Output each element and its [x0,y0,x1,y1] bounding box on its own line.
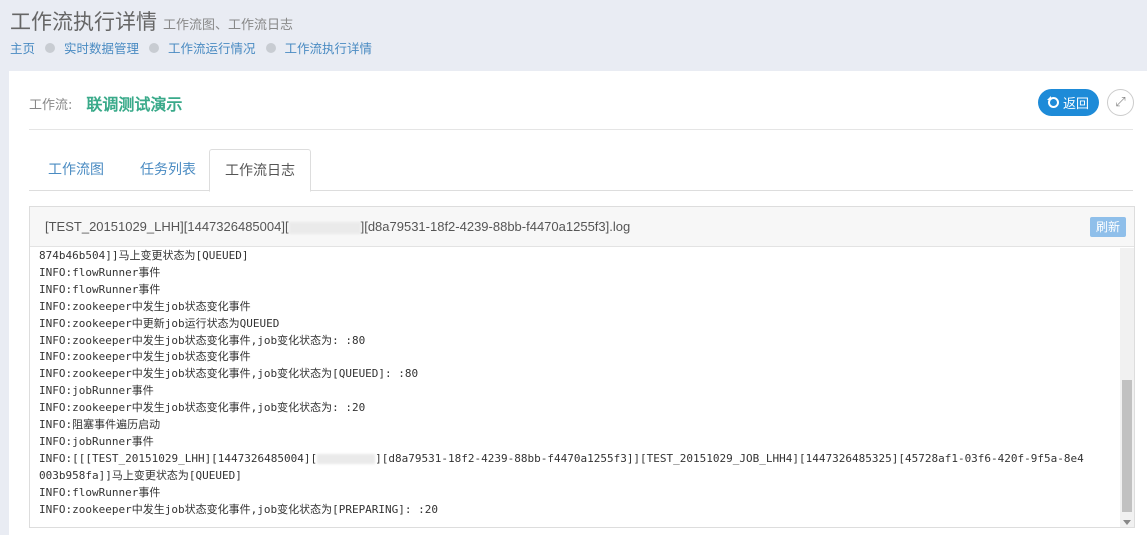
log-line: INFO:jobRunner事件 [39,434,154,448]
log-line-part: INFO:[[[TEST_20151029_LHH][1447326485004… [39,451,318,465]
breadcrumb-separator [265,42,276,53]
log-line: 003b958fa]]马上变更状态为[QUEUED] [39,468,242,482]
log-line: INFO:flowRunner事件 [39,282,161,296]
log-scrollbar[interactable] [1120,248,1134,527]
redacted-text [317,453,376,464]
redacted-text [288,221,361,234]
breadcrumb-separator [149,42,160,53]
page-header: 工作流执行详情 工作流图、工作流日志 [10,6,293,36]
log-line: INFO:zookeeper中更新job运行状态为QUEUED [39,316,280,330]
tab-workflow-log[interactable]: 工作流日志 [209,149,311,192]
tab-bar: 工作流图 任务列表 工作流日志 [29,149,1133,192]
log-filename-suffix: ][d8a79531-18f2-4239-88bb-f4470a1255f3].… [360,219,631,234]
back-icon [1046,96,1059,108]
breadcrumb-workflow-status[interactable]: 工作流运行情况 [168,38,256,57]
tab-label: 工作流图 [48,162,104,178]
tab-label: 任务列表 [140,162,196,178]
log-line: INFO:阻塞事件遍历启动 [39,418,161,432]
divider [29,129,1133,130]
log-line: INFO:flowRunner事件 [39,485,161,499]
page-title-text: 工作流执行详情 [10,10,157,34]
log-line: INFO:jobRunner事件 [39,384,154,398]
log-line: INFO:zookeeper中发生job状态变化事件,job变化状态为[QUEU… [39,367,419,381]
tab-label: 工作流日志 [225,163,295,179]
tab-task-list[interactable]: 任务列表 [123,149,213,191]
back-button[interactable]: 返回 [1038,89,1099,116]
expand-button[interactable]: ⤢ [1107,89,1134,116]
log-line: INFO:zookeeper中发生job状态变化事件,job变化状态为: :20 [39,401,366,415]
refresh-button[interactable]: 刷新 [1090,217,1126,237]
workflow-info: 工作流: 联调测试演示 [29,91,182,115]
breadcrumb-realtime-data[interactable]: 实时数据管理 [64,38,139,57]
log-line: INFO:flowRunner事件 [39,265,161,279]
log-line: INFO:zookeeper中发生job状态变化事件 [39,350,251,364]
workflow-name: 联调测试演示 [86,95,183,114]
log-line-part: ][d8a79531-18f2-4239-88bb-f4470a1255f3]]… [375,451,1084,465]
workflow-label: 工作流: [29,97,73,113]
log-line-long: INFO:[[[TEST_20151029_LHH][1447326485004… [39,451,1116,468]
log-panel: [TEST_20151029_LHH][1447326485004][ ][d8a… [29,206,1135,528]
log-content[interactable]: 874b46b504]]马上变更状态为[QUEUED] INFO:flowRun… [30,248,1116,527]
log-filename: [TEST_20151029_LHH][1447326485004][ ][d8a… [45,219,630,234]
log-line: 874b46b504]]马上变更状态为[QUEUED] [39,249,249,262]
back-button-label: 返回 [1062,97,1089,112]
content-card: 工作流: 联调测试演示 返回 ⤢ 工作流图 任务列表 工作流日志 [TEST_2… [9,71,1147,535]
log-header: [TEST_20151029_LHH][1447326485004][ ][d8a… [30,207,1134,247]
expand-icon: ⤢ [1115,95,1126,110]
breadcrumb-workflow-detail[interactable]: 工作流执行详情 [285,38,373,57]
tab-workflow-graph[interactable]: 工作流图 [29,149,123,191]
page-title: 工作流执行详情 工作流图、工作流日志 [10,10,293,34]
log-filename-prefix: [TEST_20151029_LHH][1447326485004][ [45,219,289,234]
log-line: INFO:zookeeper中发生job状态变化事件,job变化状态为: :80 [39,333,366,347]
breadcrumb: 主页 实时数据管理 工作流运行情况 工作流执行详情 [10,38,372,57]
log-line: INFO:zookeeper中发生job状态变化事件 [39,299,251,313]
log-line: INFO:zookeeper中发生job状态变化事件,job变化状态为[PREP… [39,502,439,516]
breadcrumb-home[interactable]: 主页 [10,38,35,57]
scrollbar-thumb[interactable] [1122,380,1132,512]
scroll-down-arrow-icon[interactable] [1123,520,1131,525]
breadcrumb-separator [45,42,56,53]
page-subtitle: 工作流图、工作流日志 [163,18,294,33]
